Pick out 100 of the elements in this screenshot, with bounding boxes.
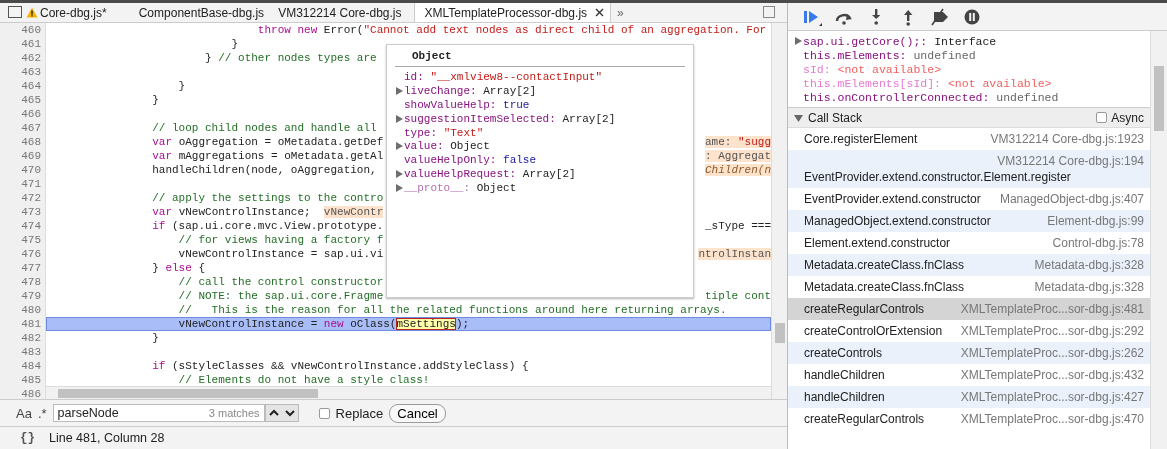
file-tab[interactable]: Core-dbg.js* — [26, 3, 119, 22]
frame-function: createControls — [804, 345, 883, 361]
line-number: 463 — [20, 65, 42, 79]
line-number: 474 — [20, 219, 42, 233]
close-icon[interactable] — [595, 8, 605, 17]
frame-function: EventProvider.extend.constructor.Element.register — [804, 169, 1071, 185]
file-tab[interactable]: ComponentBase-dbg.js — [136, 3, 277, 22]
code-text: // Elements do not have a style class! — [177, 373, 430, 387]
code-text: } // other nodes types are — [204, 51, 377, 65]
call-stack-frame[interactable]: ManagedObject.extend.constructor Element-dbg.js:99 — [788, 210, 1150, 232]
line-number: 464 — [20, 79, 42, 93]
property-value: Object — [450, 140, 490, 153]
watch-value: <not available> — [946, 76, 1052, 90]
line-number: 486 — [20, 387, 42, 399]
cursor-position: Line 481, Column 28 — [49, 431, 165, 445]
frame-location: XMLTemplateProc...sor-dbg.js:432 — [960, 367, 1144, 383]
match-case-button[interactable]: Aa — [16, 405, 32, 421]
async-label: Async — [1111, 110, 1144, 125]
line-number: 461 — [20, 37, 42, 51]
scrollbar[interactable] — [46, 386, 771, 399]
line-number: 484 — [20, 359, 42, 373]
line-number: 476 — [20, 247, 42, 261]
expand-arrow-icon[interactable] — [395, 114, 404, 123]
line-number: 468 — [20, 135, 42, 149]
property-name: type: — [404, 126, 437, 139]
frame-location: XMLTemplateProc...sor-dbg.js:427 — [960, 389, 1144, 405]
line-number: 483 — [20, 345, 42, 359]
line-number: 482 — [20, 331, 42, 345]
code-text: if (sStyleClasses && vNewControlInstance.addStyleClass) { — [151, 359, 529, 373]
code-text: _sType === — [705, 219, 771, 233]
frame-function: handleChildren — [804, 367, 885, 383]
frame-function: createRegularControls — [804, 411, 925, 427]
watch-value: <not available> — [836, 62, 942, 76]
property-name: valueHelpRequest: — [404, 168, 517, 181]
frame-location: XMLTemplateProc...sor-dbg.js:262 — [960, 345, 1144, 361]
collapse-arrow-icon[interactable] — [794, 113, 803, 122]
call-stack-frame[interactable]: createRegularControls XMLTemplateProc...sor-dbg.js:481 — [788, 298, 1150, 320]
frame-function: Element.extend.constructor — [804, 235, 951, 251]
call-stack-frame[interactable]: VM312214 Core-dbg.js:194 EventProvider.extend.constructor.Element.register — [788, 150, 1150, 188]
expand-arrow-icon[interactable] — [794, 37, 803, 45]
property-name: __proto__: — [404, 182, 470, 195]
frame-location: Metadata-dbg.js:328 — [1034, 257, 1144, 273]
scrollbar[interactable] — [1150, 31, 1167, 449]
call-stack-header[interactable]: Call Stack Async — [788, 108, 1150, 128]
frame-function: handleChildren — [804, 389, 885, 405]
call-stack-frame[interactable]: Metadata.createClass.fnClass Metadata-dbg.js:328 — [788, 254, 1150, 276]
code-text: var vNewControlInstance; vNewContr — [151, 205, 384, 219]
deactivate-breakpoints-icon[interactable] — [930, 7, 950, 26]
frame-location: XMLTemplateProc...sor-dbg.js:481 — [960, 301, 1144, 317]
frame-function: createControlOrExtension — [804, 323, 943, 339]
code-text: } — [151, 93, 159, 107]
line-number: 485 — [20, 373, 42, 387]
pretty-print-button[interactable]: {} — [20, 431, 35, 445]
async-checkbox[interactable] — [1096, 112, 1108, 123]
watch-value: undefined — [912, 48, 976, 62]
line-number: 475 — [20, 233, 42, 247]
property-value: false — [503, 154, 537, 167]
property-value: "__xmlview8--contactInput" — [430, 70, 603, 83]
file-tab[interactable]: XMLTemplateProcessor-dbg.js — [413, 3, 612, 22]
replace-label: Replace — [335, 405, 384, 421]
sidebar-toggle-icon[interactable] — [763, 6, 775, 18]
property-name: valueHelpOnly: — [404, 154, 497, 167]
frame-function: Metadata.createClass.fnClass — [804, 257, 965, 273]
line-number: 478 — [20, 275, 42, 289]
frame-location: Control-dbg.js:78 — [1052, 235, 1144, 251]
file-tab[interactable]: VM312214 Core-dbg.js — [276, 3, 414, 22]
frame-location: XMLTemplateProc...sor-dbg.js:292 — [960, 323, 1144, 339]
call-stack-frame[interactable]: createControls XMLTemplateProc...sor-dbg.js:262 — [788, 342, 1150, 364]
expand-arrow-icon[interactable] — [395, 86, 404, 95]
navigator-toggle-icon[interactable] — [8, 6, 22, 18]
replace-checkbox[interactable] — [318, 407, 330, 419]
expand-arrow-icon[interactable] — [395, 142, 404, 151]
code-text: vNewControlInstance = new oClass(mSettings); — [177, 317, 470, 331]
code-text: } — [230, 37, 239, 51]
regex-button[interactable]: .* — [37, 405, 47, 421]
scrollbar[interactable] — [771, 23, 787, 399]
code-text: if (sap.ui.core.mvc.View.prototype. — [151, 219, 384, 233]
frame-function: Metadata.createClass.fnClass — [804, 279, 965, 295]
section-title: Call Stack — [808, 110, 864, 125]
line-number: 477 — [20, 261, 42, 275]
search-field[interactable]: parseNode 3 matches — [52, 404, 265, 422]
call-stack-frame[interactable]: handleChildren XMLTemplateProc...sor-dbg.js:427 — [788, 386, 1150, 408]
watch-expression: sap.ui.getCore();: — [803, 34, 928, 48]
frame-location: VM312214 Core-dbg.js:194 — [997, 153, 1144, 169]
code-text: // This is the reason for all the related functions around here returning arrays. — [177, 303, 727, 317]
line-number: 465 — [20, 93, 42, 107]
frame-function: createRegularControls — [804, 301, 925, 317]
code-text: // apply the settings to the contro — [151, 191, 384, 205]
code-text: // for views having a factory f — [177, 233, 384, 247]
frame-location: Metadata-dbg.js:328 — [1034, 279, 1144, 295]
line-number: 480 — [20, 303, 42, 317]
tabs-overflow-button[interactable]: » — [611, 5, 630, 20]
code-text: // call the control constructor — [177, 275, 384, 289]
code-text: var oAggregation = oMetadata.getDef — [151, 135, 384, 149]
line-number: 481 — [20, 317, 42, 331]
cancel-button[interactable]: Cancel — [389, 403, 446, 423]
line-number: 462 — [20, 51, 42, 65]
code-text: : Aggregat — [705, 149, 771, 163]
property-value: Array[2] — [522, 168, 576, 181]
pause-icon[interactable] — [962, 7, 982, 26]
